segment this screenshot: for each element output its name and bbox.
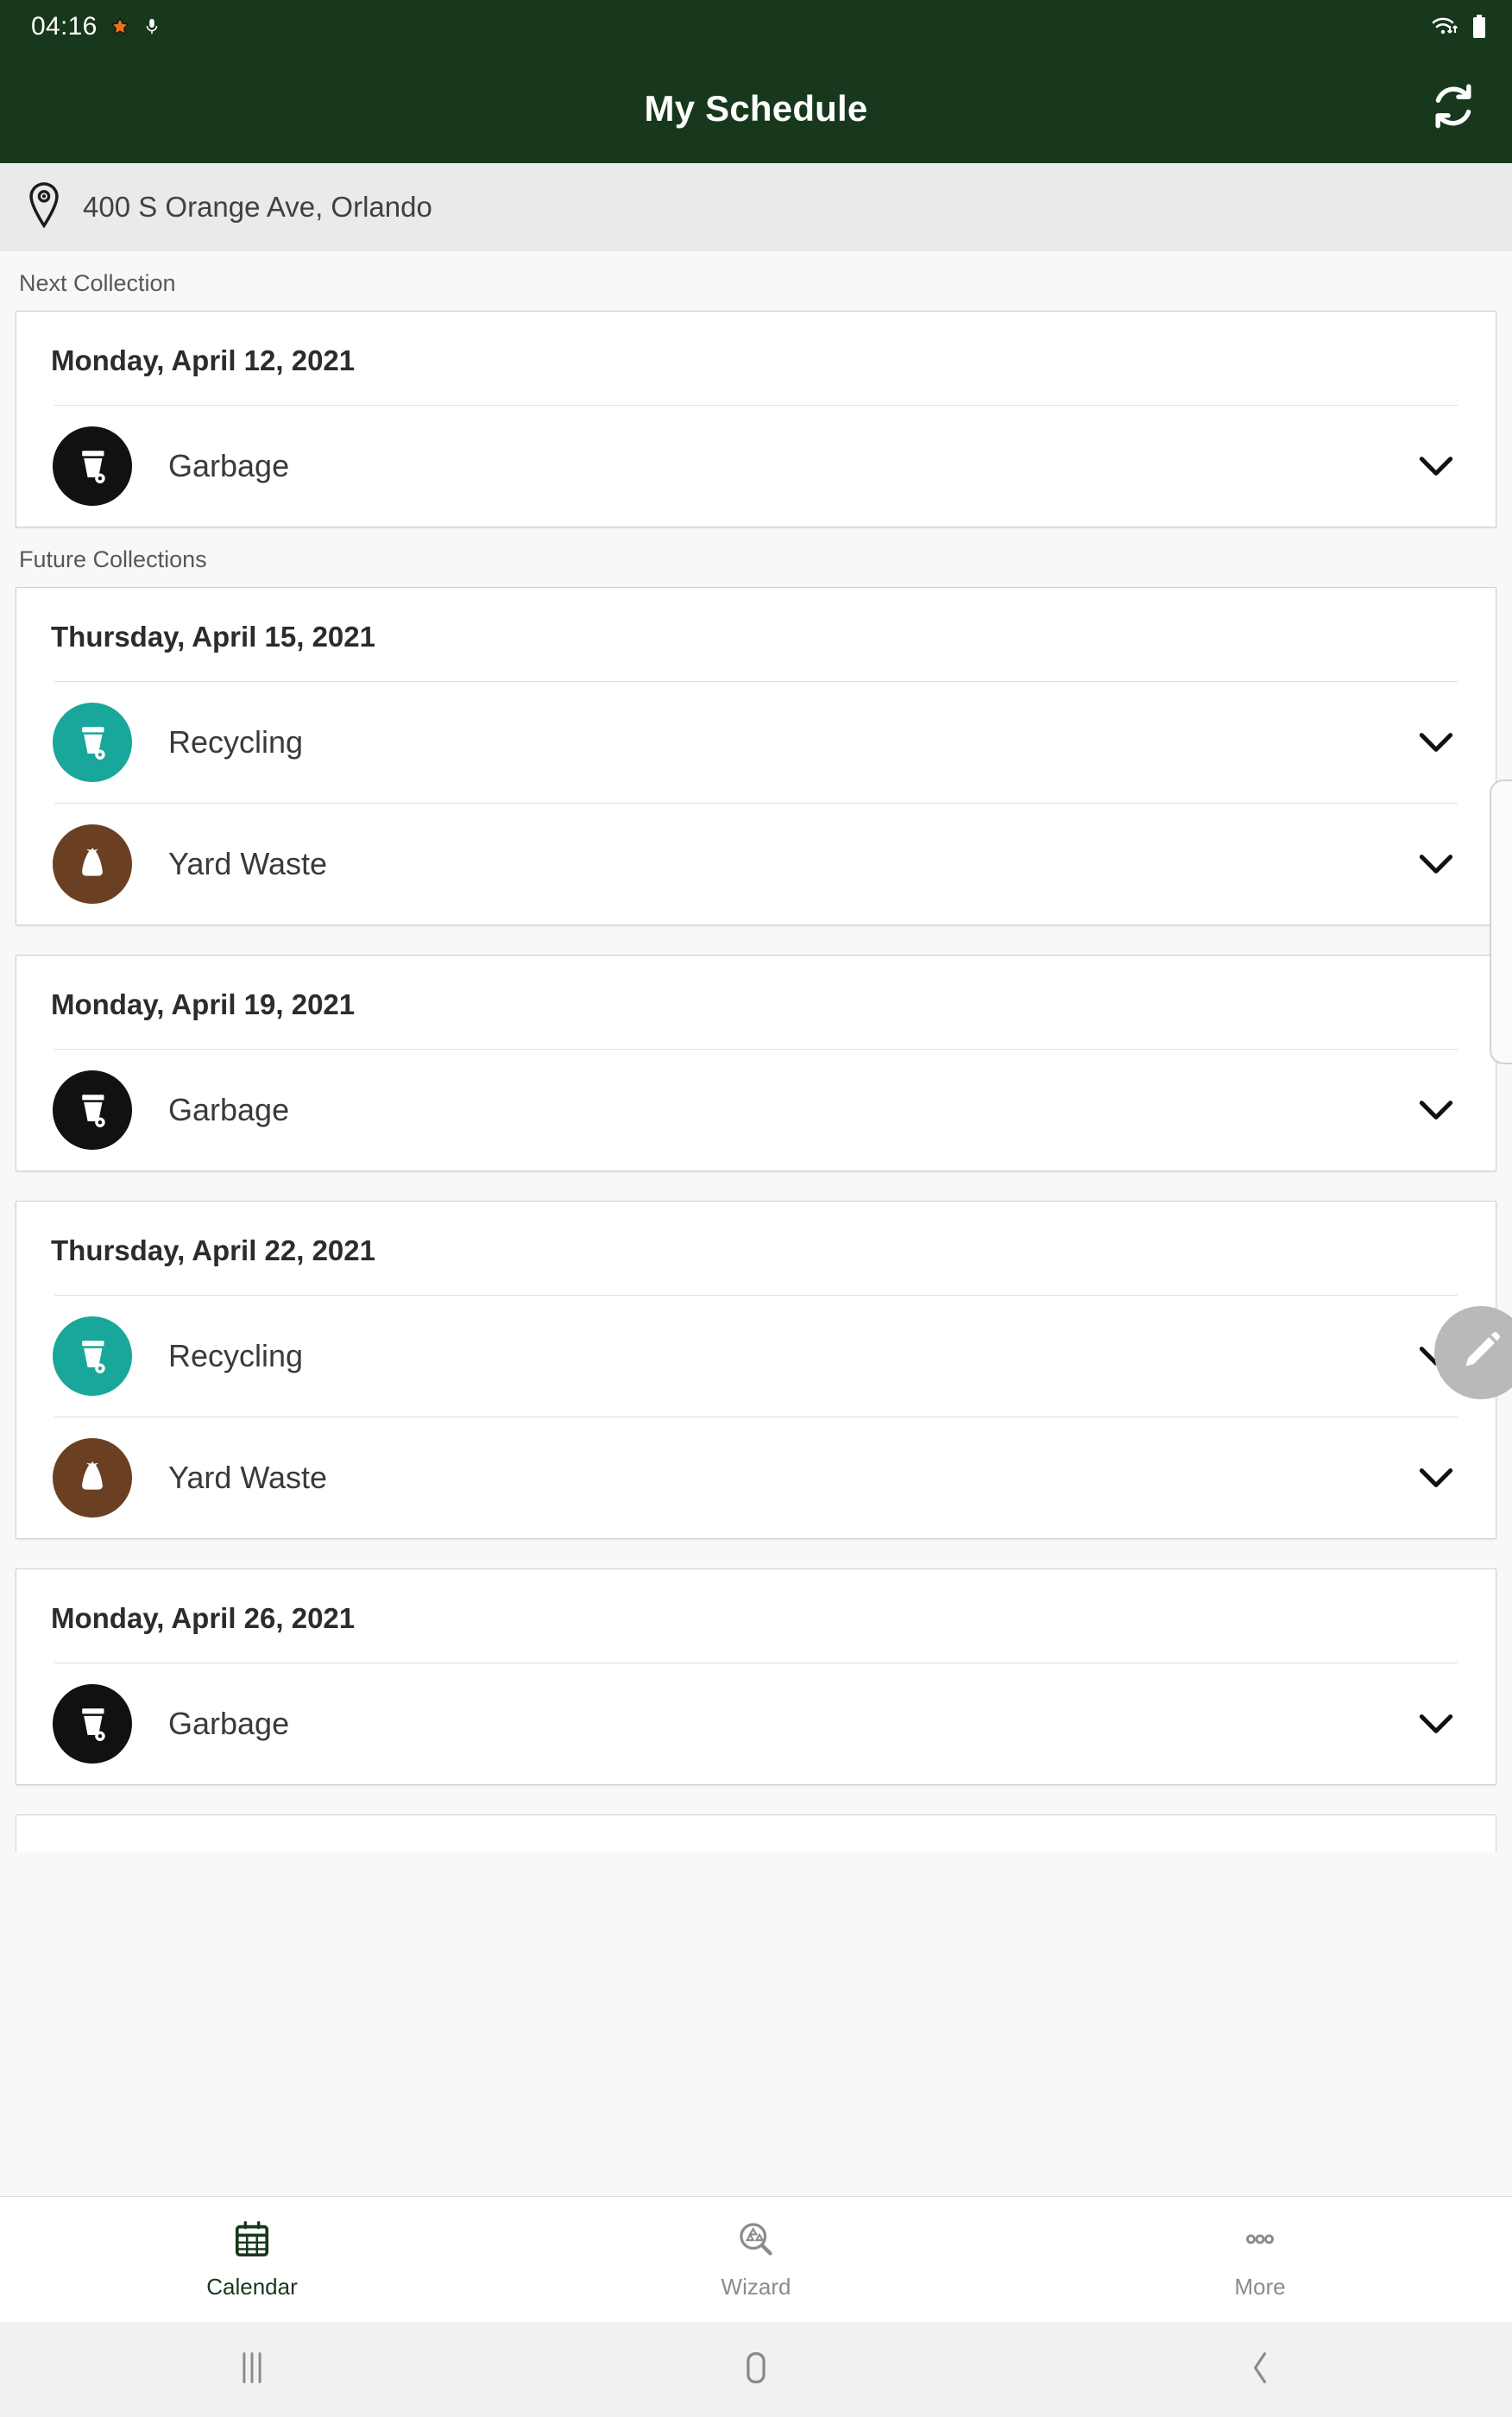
tab-more[interactable]: More [1008, 2219, 1512, 2300]
collection-name: Garbage [168, 1706, 290, 1741]
collection-name: Recycling [168, 724, 304, 760]
card-spacer [0, 1171, 1512, 1201]
recycling-search-icon [736, 2219, 776, 2263]
bottom-tab-bar: Calendar Wizard More [0, 2196, 1512, 2322]
more-dots-icon [1240, 2219, 1280, 2263]
refresh-button[interactable] [1422, 78, 1484, 140]
collection-row[interactable]: Recycling [16, 1296, 1496, 1417]
schedule-scroll-area[interactable]: Next Collection Monday, April 12, 2021 G… [0, 251, 1512, 2196]
address-bar[interactable]: 400 S Orange Ave, Orlando [0, 163, 1512, 251]
status-clock: 04:16 [31, 12, 98, 41]
garbage-cart-icon [53, 1684, 132, 1764]
yard-waste-bag-icon [53, 1438, 132, 1518]
location-pin-icon [24, 181, 64, 234]
app-root: 04:16 My Schedule 400 S Orange Ave, Orla… [0, 0, 1512, 2417]
recents-button[interactable] [0, 2351, 504, 2389]
scroll-edge-handle[interactable] [1490, 779, 1512, 1064]
back-icon [1248, 2351, 1272, 2389]
page-title: My Schedule [644, 87, 868, 129]
tab-label-wizard: Wizard [721, 2273, 791, 2300]
collection-row[interactable]: Garbage [16, 1663, 1496, 1784]
collection-date: Monday, April 26, 2021 [51, 1602, 356, 1634]
tab-label-calendar: Calendar [206, 2273, 298, 2300]
collection-date: Thursday, April 15, 2021 [51, 621, 375, 653]
chevron-down-icon[interactable] [1406, 1448, 1466, 1508]
status-bar-left: 04:16 [31, 12, 161, 41]
collection-card: Monday, April 19, 2021 Garbage [16, 955, 1496, 1171]
tab-calendar[interactable]: Calendar [0, 2219, 504, 2300]
calendar-icon [232, 2219, 272, 2263]
collection-name: Recycling [168, 1338, 304, 1373]
collection-card: Thursday, April 22, 2021 Recycling Yard … [16, 1201, 1496, 1539]
pencil-icon [1458, 1328, 1504, 1379]
battery-icon [1471, 14, 1488, 40]
collection-name: Yard Waste [168, 846, 328, 881]
card-spacer [0, 925, 1512, 955]
star-icon [110, 16, 130, 37]
tab-wizard[interactable]: Wizard [504, 2219, 1008, 2300]
tab-label-more: More [1234, 2273, 1286, 2300]
recycling-cart-icon [53, 1316, 132, 1396]
collection-date: Monday, April 19, 2021 [51, 988, 356, 1020]
garbage-cart-icon [53, 426, 132, 506]
address-text: 400 S Orange Ave, Orlando [83, 191, 432, 223]
collection-card-partial [16, 1814, 1496, 1852]
wifi-icon [1431, 15, 1460, 39]
microphone-icon [142, 16, 161, 37]
chevron-down-icon[interactable] [1406, 1694, 1466, 1754]
yard-waste-bag-icon [53, 824, 132, 904]
chevron-down-icon[interactable] [1406, 1080, 1466, 1140]
refresh-icon [1427, 79, 1480, 137]
collection-row[interactable]: Garbage [16, 1050, 1496, 1171]
card-spacer [0, 1785, 1512, 1814]
recycling-cart-icon [53, 703, 132, 782]
card-spacer [0, 1539, 1512, 1568]
collection-row[interactable]: Garbage [16, 406, 1496, 527]
collection-row[interactable]: Yard Waste [16, 1417, 1496, 1538]
status-bar: 04:16 [0, 0, 1512, 54]
android-nav-bar [0, 2322, 1512, 2417]
section-label-future: Future Collections [19, 546, 207, 572]
chevron-down-icon[interactable] [1406, 834, 1466, 894]
chevron-down-icon[interactable] [1406, 712, 1466, 773]
collection-date: Monday, April 12, 2021 [51, 344, 356, 376]
collection-name: Garbage [168, 1092, 290, 1127]
collection-card: Monday, April 26, 2021 Garbage [16, 1568, 1496, 1785]
app-bar: My Schedule [0, 54, 1512, 163]
back-button[interactable] [1008, 2351, 1512, 2389]
collection-card: Thursday, April 15, 2021 Recycling Yard … [16, 587, 1496, 925]
chevron-down-icon[interactable] [1406, 436, 1466, 496]
collection-card: Monday, April 12, 2021 Garbage [16, 311, 1496, 527]
collection-row[interactable]: Yard Waste [16, 804, 1496, 925]
status-bar-right [1431, 14, 1488, 40]
section-label-next: Next Collection [19, 270, 176, 296]
collection-name: Yard Waste [168, 1460, 328, 1495]
home-button[interactable] [504, 2351, 1008, 2389]
recents-icon [237, 2351, 267, 2389]
collection-name: Garbage [168, 448, 290, 483]
collection-row[interactable]: Recycling [16, 682, 1496, 803]
garbage-cart-icon [53, 1070, 132, 1150]
collection-date: Thursday, April 22, 2021 [51, 1234, 375, 1266]
home-icon [741, 2351, 771, 2389]
